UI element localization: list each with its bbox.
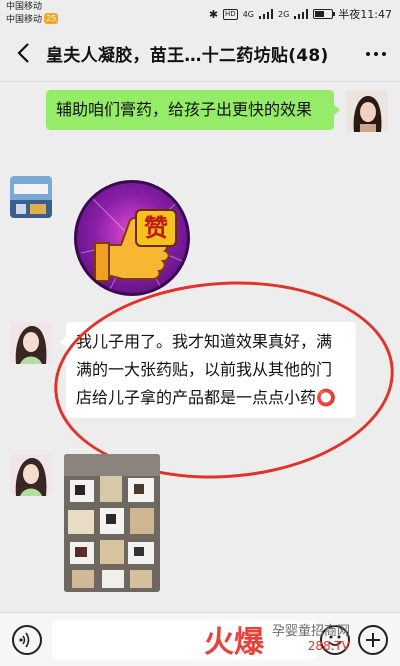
like-sticker[interactable]: 赞 [74, 180, 190, 296]
network-label-2: 2G [278, 9, 290, 19]
chat-header: 皇夫人凝胶，苗王…十二药坊贴(48) [0, 26, 400, 82]
network-label-1: 4G [242, 9, 254, 19]
system-icons: ✱ HD 4G 2G 半夜11:47 [209, 6, 392, 22]
plus-icon [366, 633, 380, 647]
voice-input-button[interactable] [12, 625, 42, 655]
message-text: 我儿子用了。我才知道效果真好，满满的一大张药贴，以前我从其他的门店给儿子拿的产品… [76, 332, 336, 407]
sender-avatar[interactable] [10, 176, 52, 218]
battery-icon [313, 9, 336, 19]
chat-input-bar [0, 612, 400, 666]
sender-avatar-2[interactable] [10, 322, 52, 364]
sender-avatar-3[interactable] [10, 454, 52, 496]
emoji-icon [328, 635, 342, 646]
clock: 半夜11:47 [338, 8, 392, 21]
signal-icon-2 [294, 9, 309, 19]
message-text: 辅助咱们膏药，给孩子出更快的效果 [56, 100, 313, 119]
carrier-1: 中国移动 [6, 2, 43, 12]
carrier-2: 中国移动 [6, 15, 43, 25]
signal-icon [259, 9, 273, 19]
chat-title: 皇夫人凝胶，苗王…十二药坊贴(48) [46, 46, 329, 66]
product-photo[interactable] [64, 454, 160, 592]
bluetooth-icon: ✱ [208, 7, 219, 21]
message-bubble-outgoing[interactable]: 辅助咱们膏药，给孩子出更快的效果 [46, 90, 340, 130]
hd-icon: HD [223, 8, 238, 20]
message-input[interactable] [52, 621, 318, 659]
message-bubble-incoming[interactable]: 我儿子用了。我才知道效果真好，满满的一大张药贴，以前我从其他的门店给儿子拿的产品… [60, 322, 356, 418]
status-bar: 中国移动 中国移动 25 ✱ HD 4G 2G 半夜11:47 [0, 0, 400, 26]
back-arrow-icon[interactable] [12, 40, 38, 66]
more-functions-button[interactable] [358, 625, 388, 655]
my-avatar[interactable] [346, 90, 388, 132]
notification-badge: 25 [44, 13, 59, 24]
carrier-info: 中国移动 中国移动 25 [6, 2, 59, 26]
sticker-label: 赞 [135, 209, 177, 247]
more-options-icon[interactable] [366, 52, 386, 56]
emoji-button[interactable] [320, 625, 350, 655]
voice-icon [19, 632, 30, 648]
